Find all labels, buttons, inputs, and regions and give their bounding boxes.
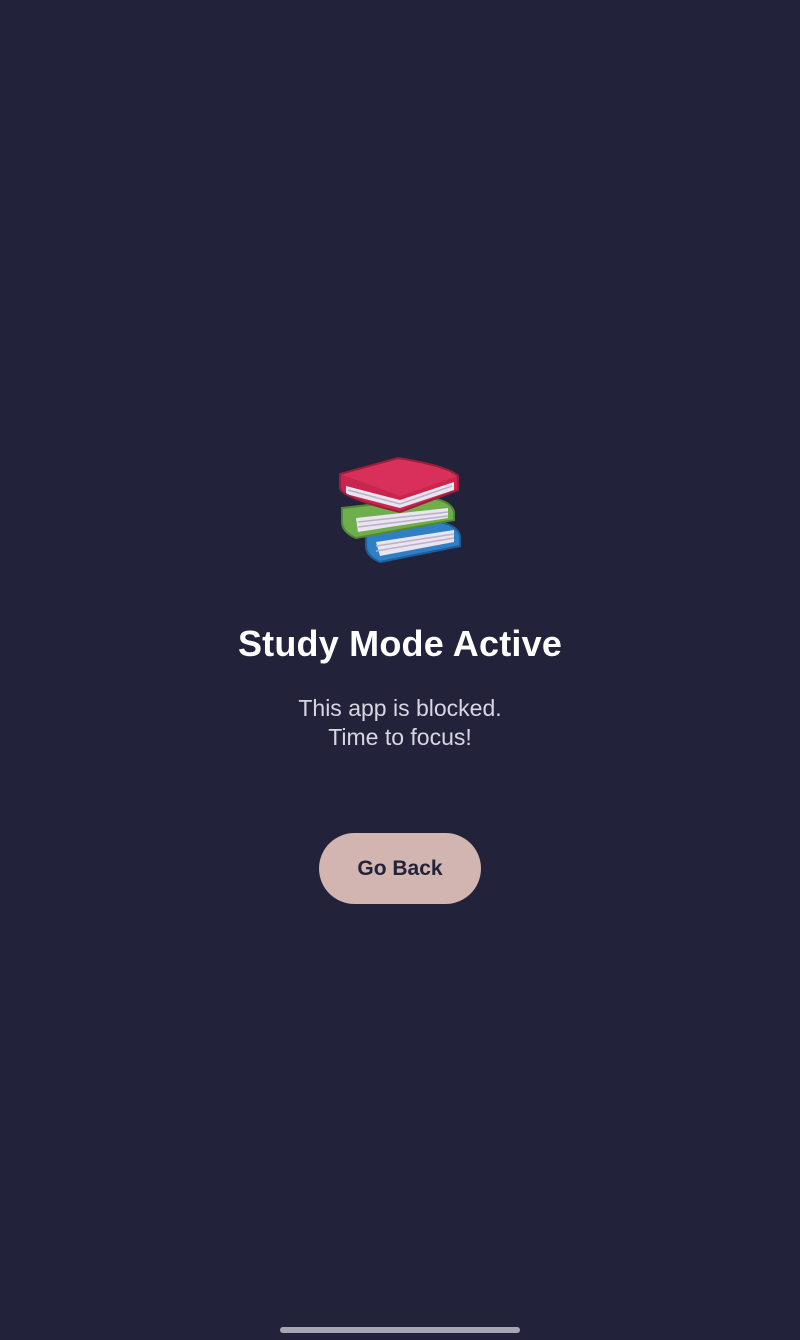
page-title: Study Mode Active xyxy=(237,623,563,664)
books-stack-icon xyxy=(339,456,461,564)
blocked-message: This app is blocked. Time to focus! xyxy=(0,694,800,752)
blocked-message-line-2: Time to focus! xyxy=(328,724,472,750)
go-back-button[interactable]: Go Back xyxy=(319,833,481,904)
blocked-message-line-1: This app is blocked. xyxy=(298,695,502,721)
home-indicator[interactable] xyxy=(280,1327,520,1333)
study-mode-block-screen: Study Mode Active This app is blocked. T… xyxy=(0,0,800,1340)
